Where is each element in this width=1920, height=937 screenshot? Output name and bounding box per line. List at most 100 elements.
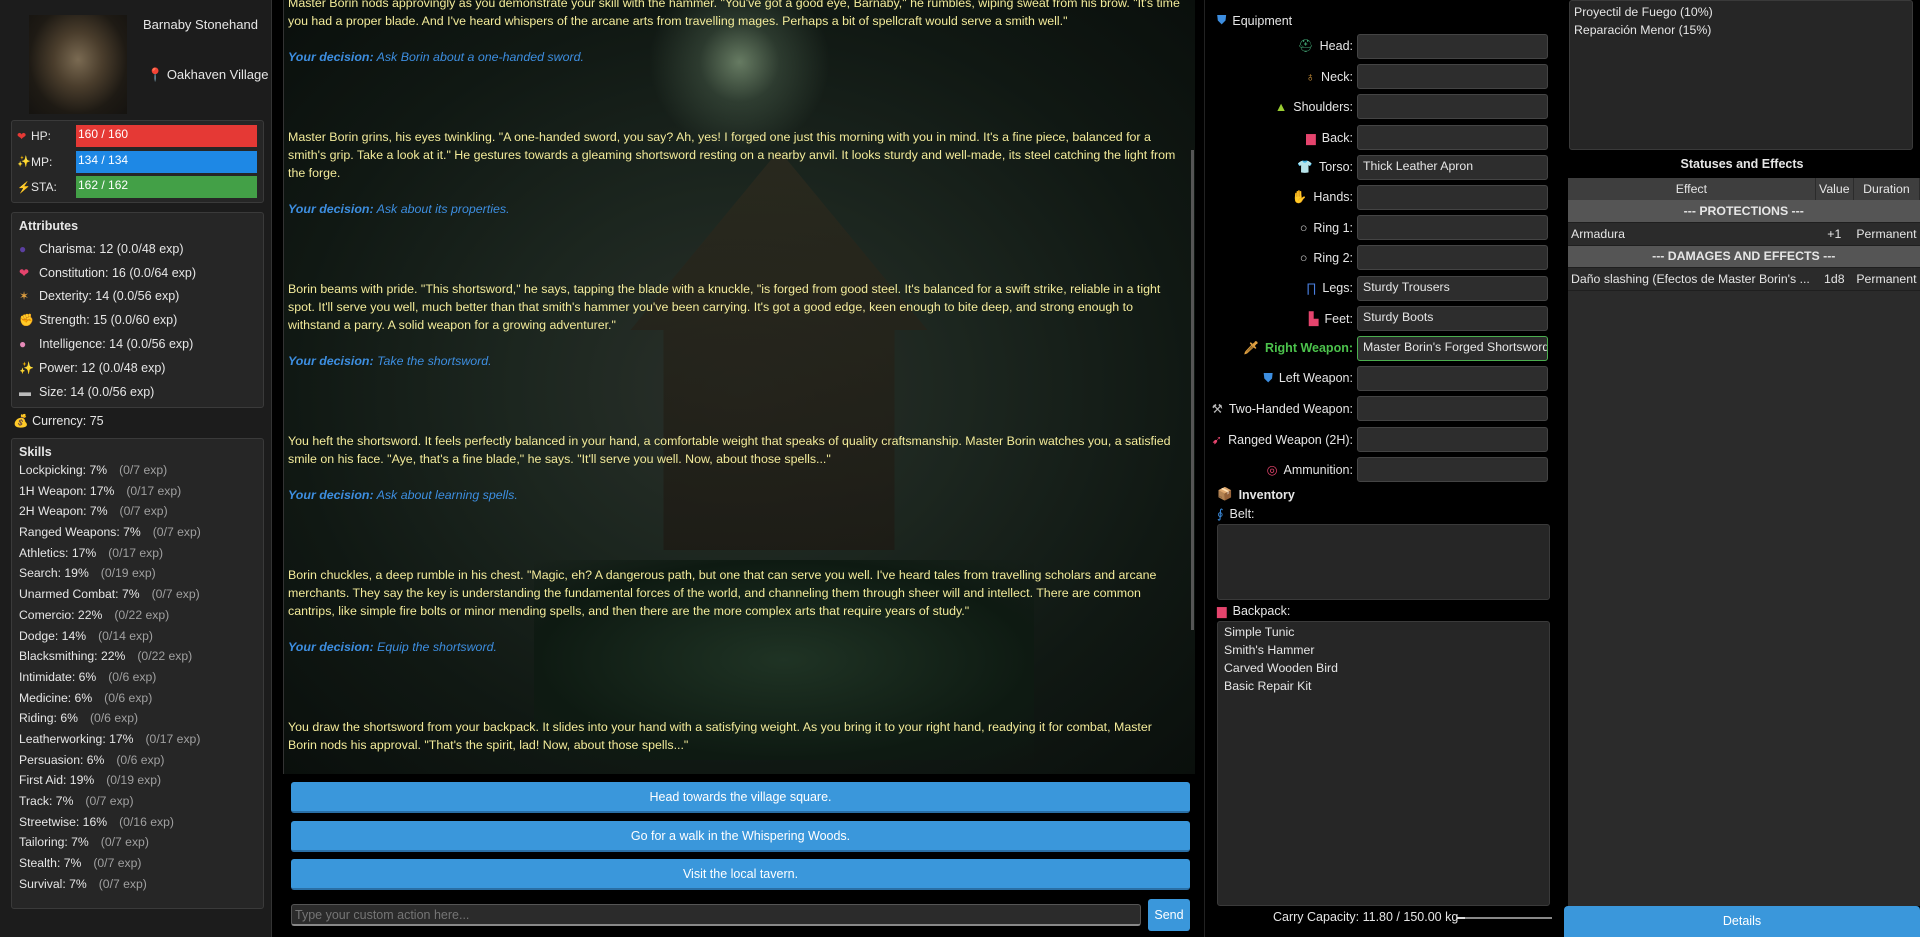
equipment-slot: ∏ Legs: Sturdy Trousers	[1205, 275, 1548, 302]
shield-icon: ⛊	[1217, 13, 1226, 28]
skill-name: Unarmed Combat: 7%	[19, 587, 140, 601]
story-decision: Your decision: Exit the smithy.	[288, 772, 1183, 774]
story-log[interactable]: Master Borin nods approvingly as you dem…	[283, 0, 1195, 774]
table-cell: Permanent	[1853, 222, 1919, 245]
skill-item: Survival: 7%(0/7 exp)	[19, 877, 256, 898]
attribute-label: Size: 14 (0.0/56 exp)	[39, 385, 154, 399]
slot-field[interactable]	[1357, 457, 1548, 482]
inventory-title: Inventory	[1239, 488, 1295, 502]
equipment-slot: ◎Ammunition:	[1205, 456, 1548, 483]
column-header[interactable]: Effect	[1568, 178, 1815, 200]
attribute-label: Power: 12 (0.0/48 exp)	[39, 361, 165, 375]
attribute-item: ✨Power: 12 (0.0/48 exp)	[19, 356, 256, 380]
slot-field[interactable]	[1357, 34, 1548, 59]
skill-exp: (0/19 exp)	[101, 566, 156, 580]
skill-item: Leatherworking: 17%(0/17 exp)	[19, 732, 256, 753]
slot-field[interactable]	[1357, 94, 1548, 119]
choice-button[interactable]: Go for a walk in the Whispering Woods.	[291, 821, 1190, 852]
slot-label-wrap: 🗡 Right Weapon:	[1205, 341, 1357, 356]
skill-exp: (0/7 exp)	[120, 504, 168, 518]
slot-field[interactable]	[1357, 245, 1548, 270]
slot-label: Right Weapon:	[1265, 341, 1353, 355]
skill-name: Track: 7%	[19, 794, 73, 808]
heart-icon: ❤	[17, 130, 31, 143]
hammer-icon: ⚒	[1212, 402, 1223, 416]
send-button[interactable]: Send	[1148, 899, 1190, 931]
backpack-icon: ▆	[1217, 603, 1227, 618]
skill-exp: (0/7 exp)	[153, 525, 201, 539]
table-cell: +1	[1815, 222, 1853, 245]
story-scrollbar[interactable]	[1191, 150, 1194, 630]
slot-field[interactable]	[1357, 64, 1548, 89]
slot-label-wrap: ⚒Two-Handed Weapon:	[1205, 401, 1357, 416]
story-decision: Your decision: Ask about learning spells…	[288, 486, 1183, 504]
location-label: Oakhaven Village	[167, 67, 269, 82]
equipment-slot: ♁ Neck:	[1205, 63, 1548, 90]
backpack-item[interactable]: Basic Repair Kit	[1224, 679, 1543, 697]
decision-text: Take the shortsword.	[377, 354, 492, 368]
story-decision: Your decision: Ask Borin about a one-han…	[288, 48, 1183, 66]
slot-field[interactable]	[1357, 396, 1548, 421]
slot-field[interactable]	[1357, 215, 1548, 240]
skill-item: Track: 7%(0/7 exp)	[19, 794, 256, 815]
money-bag-icon: 💰	[13, 414, 29, 428]
backpack-item[interactable]: Smith's Hammer	[1224, 643, 1543, 661]
backpack-item[interactable]: Simple Tunic	[1224, 625, 1543, 643]
custom-action-input[interactable]	[291, 904, 1141, 926]
slot-field[interactable]: Sturdy Boots	[1357, 306, 1548, 331]
trousers-icon: ∏	[1306, 281, 1316, 295]
slot-field[interactable]	[1357, 366, 1548, 391]
lightning-icon: ⚡	[17, 181, 31, 194]
equipment-slot: ▙Feet:Sturdy Boots	[1205, 305, 1548, 332]
skill-name: Leatherworking: 17%	[19, 732, 134, 746]
skill-name: Athletics: 17%	[19, 546, 96, 560]
spell-item[interactable]: Proyectil de Fuego (10%)	[1574, 5, 1908, 23]
skill-exp: (0/6 exp)	[104, 691, 152, 705]
slot-label: Legs:	[1322, 281, 1353, 295]
slot-label: Shoulders:	[1293, 100, 1353, 114]
skill-exp: (0/6 exp)	[116, 753, 164, 767]
stat-value: 134 / 134	[78, 153, 128, 167]
equipment-slot: ⚒Two-Handed Weapon:	[1205, 395, 1548, 422]
slot-field[interactable]: Thick Leather Apron	[1357, 155, 1548, 180]
currency: 💰 Currency: 75	[13, 414, 104, 429]
skill-exp: (0/7 exp)	[93, 856, 141, 870]
choice-button[interactable]: Head towards the village square.	[291, 782, 1190, 813]
backpack-list[interactable]: Simple TunicSmith's HammerCarved Wooden …	[1217, 621, 1550, 906]
slot-label: Hands:	[1313, 190, 1353, 204]
attribute-label: Charisma: 12 (0.0/48 exp)	[39, 242, 184, 256]
package-icon: 📦	[1217, 487, 1233, 502]
belt-list[interactable]	[1217, 524, 1550, 600]
slot-field[interactable]	[1357, 427, 1548, 452]
slot-field[interactable]	[1357, 185, 1548, 210]
necklace-icon: ♁	[1306, 70, 1315, 84]
belt-icon: ∮	[1217, 506, 1224, 521]
glove-icon: ✋	[1292, 190, 1308, 204]
choice-button[interactable]: Visit the local tavern.	[291, 859, 1190, 890]
attribute-item: ✶Dexterity: 14 (0.0/56 exp)	[19, 285, 256, 309]
slot-field[interactable]: Sturdy Trousers	[1357, 276, 1548, 301]
slot-field[interactable]: Master Borin's Forged Shortsword	[1357, 336, 1548, 361]
column-header[interactable]: Value	[1815, 178, 1853, 200]
slot-label-wrap: ∏ Legs:	[1205, 281, 1357, 295]
skill-item: Intimidate: 6%(0/6 exp)	[19, 670, 256, 691]
equipment-title: Equipment	[1232, 14, 1292, 28]
slot-label-wrap: ○Ring 2:	[1205, 251, 1357, 265]
skill-item: Blacksmithing: 22%(0/22 exp)	[19, 649, 256, 670]
skill-name: Survival: 7%	[19, 877, 87, 891]
equipment-slot: ○Ring 1:	[1205, 214, 1548, 241]
slot-field[interactable]	[1357, 125, 1548, 150]
details-button[interactable]: Details	[1564, 906, 1920, 937]
skill-item: Lockpicking: 7%(0/7 exp)	[19, 463, 256, 484]
skill-name: Riding: 6%	[19, 711, 78, 725]
slot-label: Neck:	[1321, 70, 1353, 84]
equipment-panel: ⛊Equipment ⛑Head:♁Neck:▲Shoulders:▆Back:…	[1204, 0, 1558, 937]
table-row[interactable]: Armadura+1Permanent	[1568, 222, 1920, 245]
dagger-icon: 🗡	[1243, 341, 1259, 355]
story-text: Master Borin nods approvingly as you dem…	[288, 0, 1183, 774]
spells-list[interactable]: Proyectil de Fuego (10%)Reparación Menor…	[1569, 0, 1913, 150]
column-header[interactable]: Duration	[1853, 178, 1919, 200]
table-row[interactable]: Daño slashing (Efectos de Master Borin's…	[1568, 267, 1920, 290]
spell-item[interactable]: Reparación Menor (15%)	[1574, 23, 1908, 41]
backpack-item[interactable]: Carved Wooden Bird	[1224, 661, 1543, 679]
